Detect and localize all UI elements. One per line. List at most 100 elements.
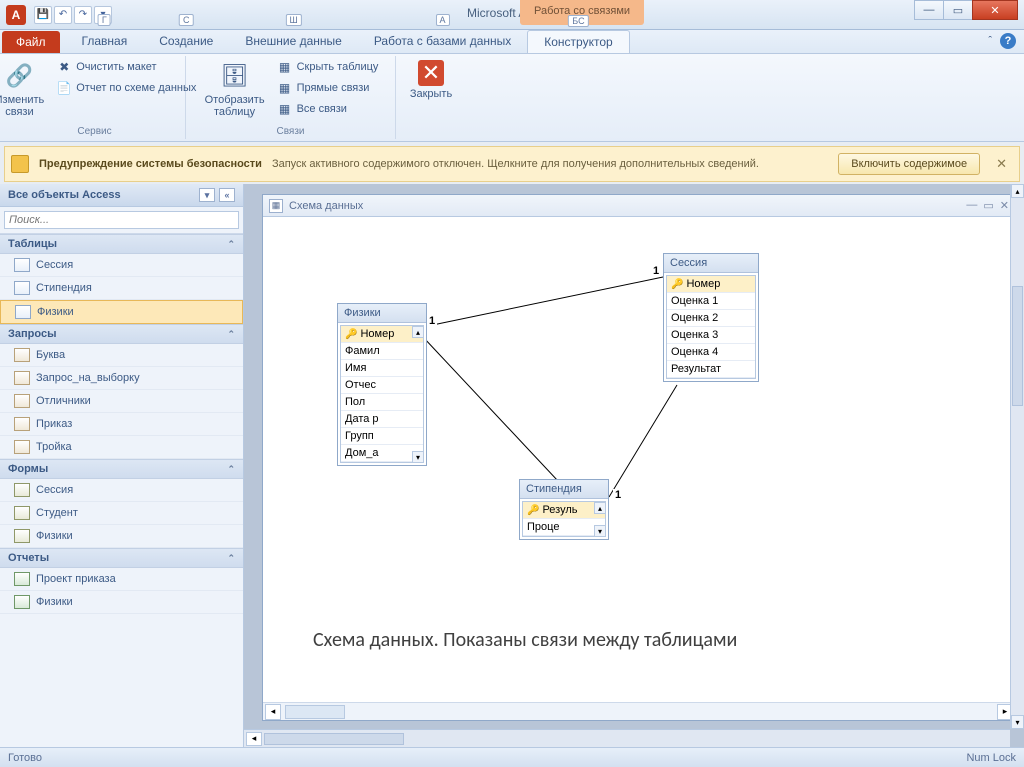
table-field[interactable]: 🔑Номер (667, 276, 755, 293)
table-header[interactable]: Сессия (664, 254, 758, 273)
scroll-down-icon[interactable]: ▾ (1011, 715, 1024, 729)
table-header[interactable]: Физики (338, 304, 426, 323)
nav-category-report[interactable]: Отчеты⌃ (0, 548, 243, 568)
edit-relations-icon: 🔗 (3, 60, 35, 92)
relation-table-stipendiya[interactable]: Стипендия 🔑РезульПроце▴▾ (519, 479, 609, 540)
nav-header[interactable]: Все объекты Access ▾« (0, 184, 243, 207)
edit-relations-button[interactable]: 🔗 Изменить связи (0, 58, 48, 124)
scroll-left-icon[interactable]: ◂ (265, 704, 281, 720)
close-icon: ✕ (418, 60, 444, 86)
table-field[interactable]: Оценка 2 (667, 310, 755, 327)
help-icon[interactable]: ? (1000, 33, 1016, 49)
table-field[interactable]: Имя (341, 360, 423, 377)
table-field[interactable]: 🔑Номер (341, 326, 423, 343)
nav-search (0, 207, 243, 234)
field-scrollbar[interactable]: ▴▾ (594, 502, 606, 537)
show-table-button[interactable]: 🗄 Отобразить таблицу (201, 58, 269, 124)
tab-конструктор[interactable]: БСКонструктор (527, 30, 629, 53)
canvas-horizontal-scrollbar[interactable]: ◂ (244, 729, 1010, 747)
doc-maximize-icon[interactable]: ▭ (983, 199, 993, 212)
relation-table-fiziki[interactable]: Физики 🔑НомерФамилИмяОтчесПолДата рГруппД… (337, 303, 427, 466)
tab-внешние данные[interactable]: ШВнешние данные (229, 30, 358, 53)
nav-category-table[interactable]: Таблицы⌃ (0, 234, 243, 254)
table-field[interactable]: Фамил (341, 343, 423, 360)
canvas-area: ▦ Схема данных — ▭ ✕ 1 1 1 ∞ Физики🔑Н (244, 184, 1024, 747)
scroll-thumb[interactable] (285, 705, 345, 719)
relation-table-sessiya[interactable]: Сессия 🔑НомерОценка 1Оценка 2Оценка 3Оцен… (663, 253, 759, 382)
doc-close-icon[interactable]: ✕ (1000, 199, 1009, 212)
minimize-button[interactable]: — (914, 0, 944, 20)
nav-item[interactable]: Проект приказа (0, 568, 243, 591)
qat-undo-icon[interactable]: ↶ (54, 6, 72, 24)
table-field[interactable]: Результат (667, 361, 755, 378)
table-field[interactable]: Дом_а (341, 445, 423, 462)
table-field[interactable]: Оценка 3 (667, 327, 755, 344)
security-warning-bar: Предупреждение системы безопасности Запу… (4, 146, 1020, 182)
file-tab[interactable]: Файл (2, 31, 60, 53)
nav-collapse-icon[interactable]: « (219, 188, 235, 202)
table-field[interactable]: Проце (523, 519, 605, 536)
nav-item[interactable]: Сессия (0, 254, 243, 277)
qat-save-icon[interactable]: 💾 (34, 6, 52, 24)
form-icon (14, 506, 30, 520)
doc-horizontal-scrollbar[interactable]: ◂ ▸ (263, 702, 1015, 720)
table-field[interactable]: Групп (341, 428, 423, 445)
nav-item[interactable]: Буква (0, 344, 243, 367)
maximize-button[interactable]: ▭ (943, 0, 973, 20)
report-icon (14, 572, 30, 586)
close-button[interactable]: ✕ (972, 0, 1018, 20)
window-controls: — ▭ ✕ (915, 0, 1018, 20)
document-titlebar[interactable]: ▦ Схема данных — ▭ ✕ (263, 195, 1015, 217)
nav-item[interactable]: Физики (0, 591, 243, 614)
enable-content-button[interactable]: Включить содержимое (838, 153, 980, 175)
nav-dropdown-icon[interactable]: ▾ (199, 188, 215, 202)
rel-cardinality-one: 1 (427, 315, 437, 327)
scroll-thumb[interactable] (1012, 286, 1023, 406)
nav-category-form[interactable]: Формы⌃ (0, 459, 243, 479)
ribbon-collapse-icon[interactable]: ˆ (988, 35, 992, 47)
nav-item[interactable]: Сессия (0, 479, 243, 502)
scroll-thumb[interactable] (264, 733, 404, 745)
dismiss-security-button[interactable]: ✕ (990, 156, 1013, 172)
group-label: Связи (186, 126, 395, 137)
scroll-up-icon[interactable]: ▴ (1011, 184, 1024, 198)
canvas-vertical-scrollbar[interactable]: ▴ ▾ (1010, 184, 1024, 729)
table-field[interactable]: Пол (341, 394, 423, 411)
relationship-canvas[interactable]: 1 1 1 ∞ Физики🔑НомерФамилИмяОтчесПолДата… (263, 217, 1015, 702)
direct-relations-button[interactable]: ▦Прямые связи (275, 79, 381, 97)
security-message[interactable]: Запуск активного содержимого отключен. Щ… (272, 158, 828, 170)
tab-работа с базами данных[interactable]: АРабота с базами данных (358, 30, 527, 53)
search-input[interactable] (4, 211, 239, 229)
nav-item[interactable]: Стипендия (0, 277, 243, 300)
nav-category-query[interactable]: Запросы⌃ (0, 324, 243, 344)
field-scrollbar[interactable]: ▴▾ (412, 326, 424, 463)
table-field[interactable]: 🔑Резуль (523, 502, 605, 519)
main-area: Все объекты Access ▾« Таблицы⌃СессияСтип… (0, 184, 1024, 747)
table-field[interactable]: Дата р (341, 411, 423, 428)
nav-item[interactable]: Физики (0, 525, 243, 548)
nav-item[interactable]: Приказ (0, 413, 243, 436)
ribbon-group-close: ✕ Закрыть (396, 56, 466, 139)
hide-table-button[interactable]: ▦Скрыть таблицу (275, 58, 381, 76)
nav-item[interactable]: Запрос_на_выборку (0, 367, 243, 390)
ribbon: 🔗 Изменить связи ✖Очистить макет 📄Отчет … (0, 54, 1024, 142)
tab-создание[interactable]: ССоздание (143, 30, 229, 53)
tab-главная[interactable]: ГГлавная (66, 30, 144, 53)
doc-minimize-icon[interactable]: — (966, 199, 977, 212)
nav-item[interactable]: Студент (0, 502, 243, 525)
relation-report-button[interactable]: 📄Отчет по схеме данных (54, 79, 198, 97)
nav-item[interactable]: Отличники (0, 390, 243, 413)
clear-layout-button[interactable]: ✖Очистить макет (54, 58, 198, 76)
qat-redo-icon[interactable]: ↷ (74, 6, 92, 24)
table-field[interactable]: Оценка 4 (667, 344, 755, 361)
table-header[interactable]: Стипендия (520, 480, 608, 499)
all-relations-button[interactable]: ▦Все связи (275, 100, 381, 118)
query-icon (14, 417, 30, 431)
nav-item[interactable]: Тройка (0, 436, 243, 459)
scroll-left-icon[interactable]: ◂ (246, 732, 262, 746)
query-icon (14, 394, 30, 408)
close-relations-button[interactable]: ✕ Закрыть (406, 58, 456, 102)
table-field[interactable]: Отчес (341, 377, 423, 394)
nav-item[interactable]: Физики (0, 300, 243, 324)
table-field[interactable]: Оценка 1 (667, 293, 755, 310)
